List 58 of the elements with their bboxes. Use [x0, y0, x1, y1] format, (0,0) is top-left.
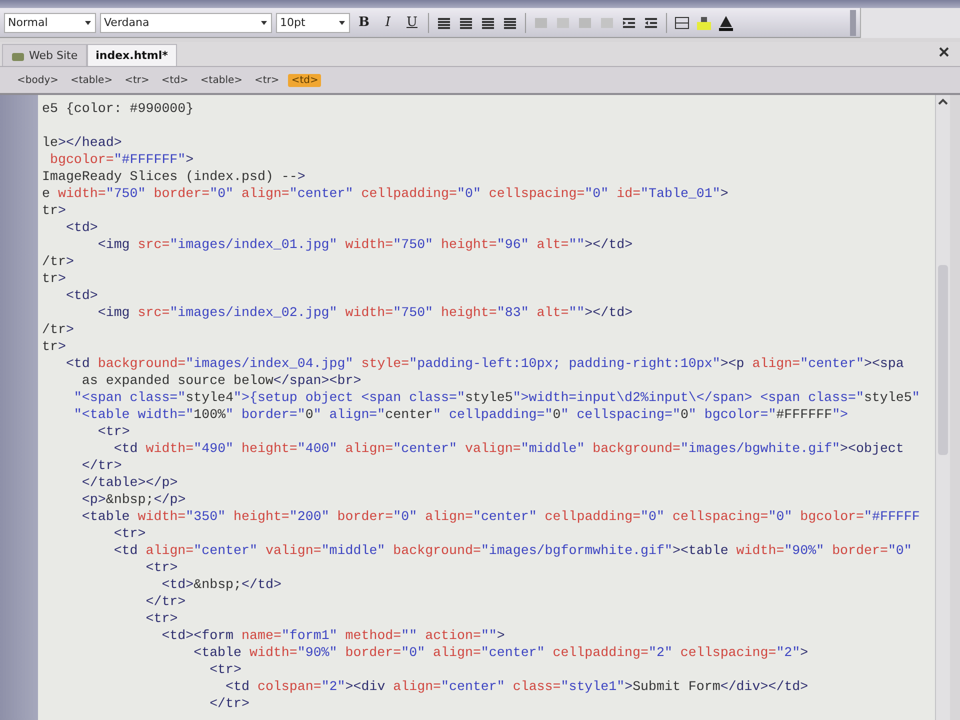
- caret-icon[interactable]: [338, 20, 346, 26]
- style-button[interactable]: U: [402, 12, 422, 32]
- format-dropdown[interactable]: Normal: [4, 12, 96, 32]
- style-button[interactable]: B: [354, 12, 374, 32]
- style-button[interactable]: I: [378, 12, 398, 32]
- code-line: <tr>: [144, 559, 179, 576]
- close-icon[interactable]: [938, 46, 950, 58]
- code-line: <td background="images/index_04.jpg" style="padding-left:10px; padding-right:10px"><p align="center"><spa: [64, 355, 905, 372]
- code-line: tr>: [42, 202, 67, 219]
- code-line: tr>: [42, 270, 67, 287]
- code-line: "<span class="style4">{setup object <span class="style5">width=input\d2%input\</span> <span class="style5": [72, 389, 921, 406]
- code-line: </tr>: [80, 457, 123, 474]
- code-line: </table></p>: [80, 474, 179, 491]
- code-line: <tr>: [112, 525, 147, 542]
- font-color-icon[interactable]: [717, 14, 735, 32]
- document-tab[interactable]: index.html*: [86, 44, 177, 66]
- code-line: <td width="490" height="400" align="center" valign="middle" background="images/bgwhite.gif"><object: [112, 440, 905, 457]
- code-line: e width="750" border="0" align="center" cellpadding="0" cellspacing="0" id="Table_01">: [42, 185, 730, 202]
- code-line: e5 {color: #990000}: [42, 100, 195, 117]
- code-line: <td align="center" valign="middle" background="images/bgformwhite.gif"><table width="90%" border="0": [112, 542, 913, 559]
- code-line: <tr>: [144, 610, 179, 627]
- code-line: <tr>: [208, 661, 243, 678]
- code-line: <img src="images/index_02.jpg" width="750" height="83" alt=""></td>: [96, 304, 634, 321]
- font-dropdown[interactable]: Verdana: [100, 12, 272, 32]
- code-line: ImageReady Slices (index.psd) -->: [42, 168, 306, 185]
- tag-selector-item[interactable]: <table>: [197, 74, 246, 86]
- code-line: <td>: [64, 219, 99, 236]
- code-line: as expanded source below</span><br>: [80, 372, 362, 389]
- size-dropdown[interactable]: 10pt: [276, 12, 350, 32]
- code-line: <p>&nbsp;</p>: [80, 491, 187, 508]
- code-line: <img src="images/index_01.jpg" width="750" height="96" alt=""></td>: [96, 236, 634, 253]
- code-line: <table width="350" height="200" border="0" align="center" cellpadding="0" cellspacing="0" bgcolor="#FFFFF: [80, 508, 921, 525]
- code-line: /tr>: [42, 321, 75, 338]
- code-line: <tr>: [96, 423, 131, 440]
- code-line: tr>: [42, 338, 67, 355]
- code-line: </tr>: [208, 695, 250, 712]
- code-line: <td>&nbsp;</td>: [160, 576, 282, 593]
- code-line: <table width="90%" border="0" align="center" cellpadding="2" cellspacing="2">: [192, 644, 810, 661]
- caret-icon[interactable]: [260, 20, 268, 26]
- tag-selector-item[interactable]: <tr>: [122, 74, 152, 86]
- tag-selector-item[interactable]: <table>: [68, 74, 116, 86]
- code-line: <td>: [64, 287, 99, 304]
- code-line: "<table width="100%" border="0" align="center" cellpadding="0" cellspacing="0" bgcolor="#FFFFFF">: [72, 406, 850, 423]
- caret-icon[interactable]: [84, 20, 92, 26]
- code-line: le></head>: [42, 134, 123, 151]
- tag-selector-item[interactable]: <td>: [288, 74, 322, 86]
- scrollbar[interactable]: [935, 95, 950, 720]
- code-line: </tr>: [144, 593, 187, 610]
- scrollbar-thumb[interactable]: [938, 265, 948, 455]
- document-tab[interactable]: Web Site: [2, 44, 87, 66]
- toolbar-grip[interactable]: [850, 10, 856, 36]
- tag-selector-item[interactable]: <tr>: [252, 74, 282, 86]
- tag-selector-item[interactable]: <td>: [158, 74, 192, 86]
- code-line: bgcolor="#FFFFFF">: [48, 151, 195, 168]
- tag-selector-item[interactable]: <body>: [14, 74, 62, 86]
- code-line: <td colspan="2"><div align="center" class="style1">Submit Form</div></td>: [224, 678, 810, 695]
- code-line: /tr>: [42, 253, 75, 270]
- code-line: <td><form name="form1" method="" action="">: [160, 627, 506, 644]
